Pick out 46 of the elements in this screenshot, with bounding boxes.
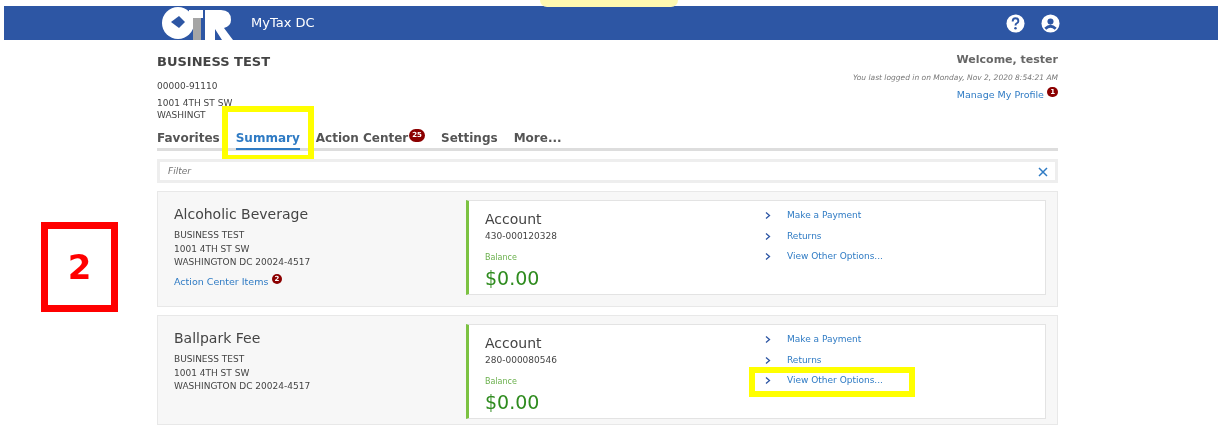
balance-label: Balance	[485, 251, 518, 264]
address-line: WASHINGTON DC 20024-4517	[174, 380, 312, 393]
tab[interactable]: Favorites	[157, 129, 220, 150]
filter-field[interactable]: Filter	[157, 159, 1058, 183]
chevron-icon	[765, 212, 771, 220]
action-center-link[interactable]: Action Center Items	[174, 275, 269, 287]
welcome-text: Welcome, tester	[955, 52, 1058, 68]
close-icon[interactable]	[1038, 167, 1048, 177]
user-icon[interactable]	[1041, 13, 1060, 33]
option-link[interactable]: Returns	[787, 229, 822, 243]
chevron-icon	[765, 253, 771, 261]
address-line: 1001 4TH ST SW	[157, 97, 234, 109]
option-link[interactable]: View Other Options...	[787, 250, 883, 264]
tab[interactable]: Settings	[441, 129, 498, 150]
app-name: MyTax DC	[251, 14, 315, 33]
address-line: 1001 4TH ST SW	[174, 366, 251, 380]
balance-label: Balance	[485, 375, 518, 388]
account-id: 00000-91110	[157, 79, 219, 93]
option-link[interactable]: Returns	[787, 353, 822, 367]
chevron-icon	[765, 377, 771, 385]
step-number: 2	[41, 222, 118, 312]
tab[interactable]: More...	[513, 129, 562, 150]
chevron-icon	[765, 336, 771, 344]
chevron-icon	[765, 356, 771, 364]
manage-profile-link[interactable]: Manage My Profile	[956, 88, 1044, 100]
tab[interactable]: Action Center	[315, 129, 409, 150]
option-link[interactable]: Make a Payment	[787, 209, 862, 223]
account-number: 430-000120328	[485, 230, 558, 243]
owner-name: BUSINESS TEST	[174, 353, 246, 366]
address-line: 1001 4TH ST SW	[174, 242, 251, 256]
balance-amount: $0.00	[485, 389, 541, 415]
address-line: WASHINGTON DC 20024-4517	[174, 256, 312, 269]
balance-amount: $0.00	[485, 265, 541, 291]
account-label: Account	[485, 210, 543, 229]
account-title: Ballpark Fee	[174, 329, 262, 348]
chevron-icon	[765, 232, 771, 240]
account-label: Account	[485, 334, 543, 353]
account-number: 280-000080546	[485, 354, 558, 367]
help-icon[interactable]	[1006, 13, 1025, 33]
address-line: WASHINGT	[157, 109, 207, 121]
owner-name: BUSINESS TEST	[174, 229, 246, 242]
tab[interactable]: Summary	[235, 129, 300, 150]
business-name: BUSINESS TEST	[157, 53, 271, 71]
option-link[interactable]: Make a Payment	[787, 333, 862, 347]
option-link[interactable]: View Other Options...	[787, 374, 883, 388]
account-title: Alcoholic Beverage	[174, 205, 310, 224]
